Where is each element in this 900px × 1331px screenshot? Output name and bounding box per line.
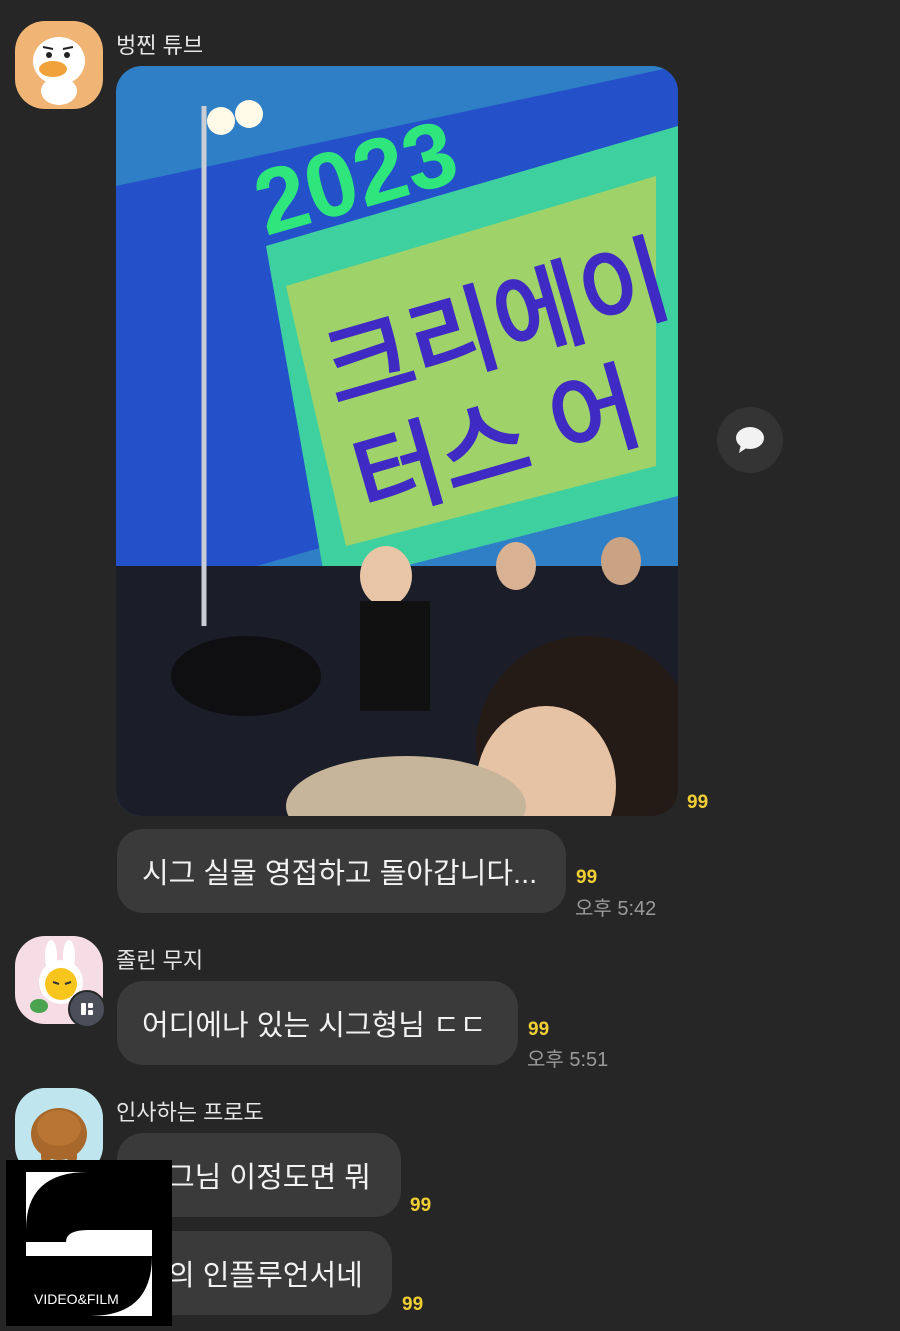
sender-name: 인사하는 프로도 xyxy=(116,1100,264,1125)
watermark-line1: SIG xyxy=(86,1181,110,1197)
grid-badge-icon xyxy=(68,990,106,1028)
unread-count: 99 xyxy=(402,1294,424,1315)
watermark-line3: VIDEO&FILM xyxy=(34,1291,119,1307)
watermark-line2: STUDIO xyxy=(86,1197,139,1213)
message-text: 의 인플루언서네 xyxy=(168,1260,363,1292)
shared-photo[interactable]: 2023 크리에이 터스 어 xyxy=(116,66,678,816)
studio-logo: SIG STUDIO VIDEO&FILM xyxy=(26,1172,152,1316)
unread-count: 99 xyxy=(528,1019,550,1040)
speech-bubble-icon xyxy=(736,427,764,453)
message-bubble[interactable]: 어디에나 있는 시그형님 ㄷㄷ xyxy=(117,981,518,1065)
sender-name: 졸린 무지 xyxy=(116,948,204,973)
sender-name: 벙찐 튜브 xyxy=(116,33,204,58)
unread-count: 99 xyxy=(410,1195,432,1216)
studio-watermark: SIG STUDIO VIDEO&FILM xyxy=(6,1160,172,1326)
message-text: 어디에나 있는 시그형님 ㄷㄷ xyxy=(142,1010,487,1042)
message-time: 오후 5:42 xyxy=(575,898,657,920)
unread-count: 99 xyxy=(576,867,598,888)
unread-count: 99 xyxy=(687,792,709,813)
message-bubble[interactable]: 시그 실물 영접하고 돌아갑니다... xyxy=(117,829,566,913)
share-button[interactable] xyxy=(717,407,783,473)
message-text: 시그 실물 영접하고 돌아갑니다... xyxy=(142,858,538,890)
tube-duck-icon xyxy=(33,37,85,105)
avatar-tube[interactable] xyxy=(15,21,103,109)
message-time: 오후 5:51 xyxy=(527,1049,609,1071)
message-text: 그님 이정도면 뭐 xyxy=(168,1162,371,1194)
